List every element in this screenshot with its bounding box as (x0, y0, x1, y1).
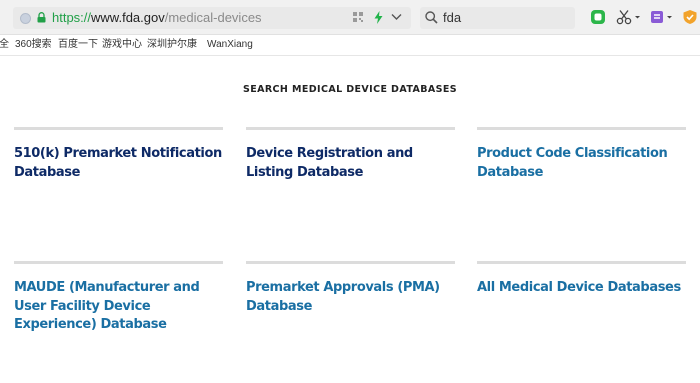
bookmark-item[interactable]: 百度一下 (58, 37, 98, 53)
card-divider (477, 261, 686, 264)
browser-toolbar: https://www.fda.gov/medical-devices fda (0, 0, 700, 35)
bookmark-item[interactable]: 游戏中心 (102, 37, 142, 53)
database-link[interactable]: Device Registration and Listing Database (246, 145, 455, 182)
bookmark-item[interactable]: 全 (0, 37, 9, 53)
url-path: /medical-devices (164, 10, 262, 25)
bookmark-item[interactable]: WanXiang (207, 37, 253, 53)
url-scheme: https:// (52, 10, 92, 25)
database-card: All Medical Device Databases (477, 261, 686, 298)
database-card: Product Code Classification Database (477, 127, 686, 182)
lock-icon[interactable] (37, 12, 46, 23)
search-icon[interactable] (425, 11, 438, 24)
scissors-icon[interactable] (616, 9, 642, 25)
section-title: SEARCH MEDICAL DEVICE DATABASES (242, 84, 458, 95)
qr-code-icon[interactable] (353, 12, 363, 22)
database-link[interactable]: All Medical Device Databases (477, 279, 686, 298)
purple-extension-icon[interactable] (650, 9, 674, 25)
database-card: Device Registration and Listing Database (246, 127, 455, 182)
card-divider (14, 261, 223, 264)
database-link[interactable]: Premarket Approvals (PMA) Database (246, 279, 455, 316)
database-card: MAUDE (Manufacturer and User Facility De… (14, 261, 223, 335)
bookmark-item[interactable]: 360搜索 (15, 37, 52, 53)
search-input[interactable]: fda (443, 10, 461, 26)
card-divider (246, 127, 455, 130)
bookmarks-bar: 全 360搜索 百度一下 游戏中心 深圳护尔康 WanXiang (0, 35, 700, 56)
lightning-icon[interactable] (374, 11, 383, 24)
green-extension-icon[interactable] (590, 9, 606, 25)
url-text[interactable]: https://www.fda.gov/medical-devices (52, 10, 262, 26)
search-box[interactable]: fda (420, 7, 575, 29)
database-link[interactable]: 510(k) Premarket Notification Database (14, 145, 223, 182)
database-card: 510(k) Premarket Notification Database (14, 127, 223, 182)
database-link[interactable]: Product Code Classification Database (477, 145, 686, 182)
card-divider (14, 127, 223, 130)
card-divider (477, 127, 686, 130)
page-icon (20, 13, 31, 24)
chevron-down-icon[interactable] (391, 13, 402, 21)
database-link[interactable]: MAUDE (Manufacturer and User Facility De… (14, 279, 223, 335)
card-divider (246, 261, 455, 264)
bookmark-item[interactable]: 深圳护尔康 (147, 37, 200, 53)
url-host: www.fda.gov (91, 10, 165, 25)
database-card: Premarket Approvals (PMA) Database (246, 261, 455, 316)
shield-icon[interactable] (682, 9, 698, 25)
address-bar[interactable]: https://www.fda.gov/medical-devices (13, 7, 411, 29)
